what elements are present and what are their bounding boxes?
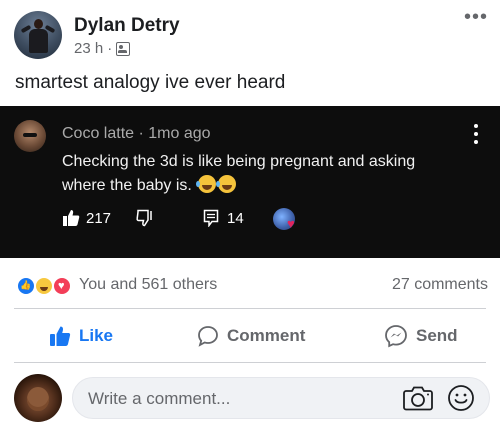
reaction-icons[interactable] bbox=[16, 276, 78, 296]
avatar-figure-head bbox=[34, 19, 43, 29]
thumbs-up-icon bbox=[63, 210, 80, 226]
shared-comment-text: Checking the 3d is like being pregnant a… bbox=[62, 150, 462, 198]
comment-button[interactable]: Comment bbox=[197, 323, 305, 349]
commenter-meta: Coco latte · 1mo ago bbox=[62, 125, 211, 143]
send-label: Send bbox=[416, 326, 458, 345]
shared-comment-card[interactable]: Coco latte · 1mo ago Checking the 3d is … bbox=[0, 106, 500, 258]
friends-audience-icon bbox=[116, 41, 131, 56]
reactions-summary[interactable]: You and 561 others bbox=[79, 276, 217, 294]
commenter-separator: · bbox=[138, 125, 144, 142]
love-reaction-icon bbox=[52, 276, 72, 296]
post-header: Dylan Detry 23 h · ••• bbox=[0, 0, 500, 64]
comment-placeholder[interactable]: Write a comment... bbox=[88, 389, 230, 409]
post-text: smartest analogy ive ever heard bbox=[15, 72, 286, 93]
laughing-emoji-icon bbox=[216, 175, 237, 193]
heart-icon bbox=[273, 208, 295, 230]
shared-comment-body: Checking the 3d is like being pregnant a… bbox=[62, 153, 416, 194]
divider bbox=[14, 362, 486, 363]
like-button[interactable]: Like bbox=[49, 323, 113, 349]
comment-age: 1mo ago bbox=[148, 125, 211, 142]
commenter-avatar bbox=[14, 120, 46, 152]
reply-icon bbox=[203, 209, 219, 227]
author-name[interactable]: Dylan Detry bbox=[74, 15, 180, 37]
kebab-icon bbox=[474, 124, 478, 144]
thumbs-up-icon bbox=[50, 326, 71, 346]
viewer-avatar[interactable] bbox=[14, 374, 62, 422]
send-button[interactable]: Send bbox=[384, 323, 458, 349]
meta-separator: · bbox=[107, 40, 113, 57]
avatar-figure-body bbox=[29, 29, 48, 53]
post-meta: 23 h · bbox=[74, 40, 131, 57]
shared-like-value: 217 bbox=[86, 209, 112, 227]
comment-label: Comment bbox=[227, 326, 306, 345]
shared-like-count: 217 bbox=[62, 209, 111, 227]
camera-icon[interactable] bbox=[403, 385, 433, 411]
emoji-icon[interactable] bbox=[447, 384, 475, 412]
thumbs-down-icon bbox=[136, 209, 154, 232]
post-time[interactable]: 23 h bbox=[74, 40, 103, 57]
messenger-icon bbox=[385, 325, 407, 348]
shared-reply-value: 14 bbox=[227, 209, 244, 227]
haha-reaction-icon bbox=[34, 276, 54, 296]
like-reaction-icon bbox=[16, 276, 36, 296]
shared-reply-count: 14 bbox=[203, 209, 244, 227]
commenter-name: Coco latte bbox=[62, 125, 135, 142]
laughing-emoji-icon bbox=[196, 175, 217, 193]
comment-icon bbox=[198, 326, 218, 347]
divider bbox=[14, 308, 486, 309]
like-label: Like bbox=[79, 326, 114, 345]
more-icon[interactable]: ••• bbox=[464, 7, 488, 27]
author-avatar[interactable] bbox=[14, 11, 62, 59]
comments-count[interactable]: 27 comments bbox=[392, 276, 488, 294]
